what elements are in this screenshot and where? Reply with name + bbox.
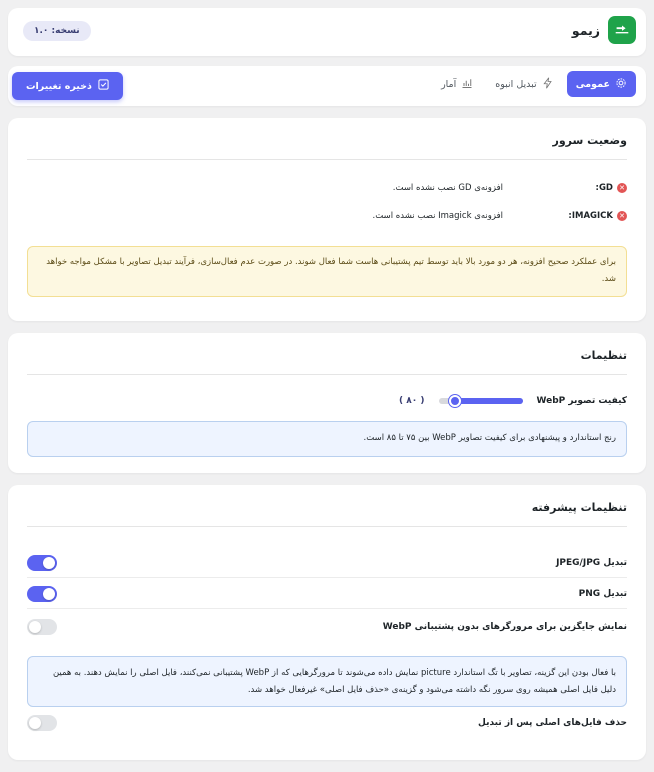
bolt-icon — [542, 77, 554, 92]
tab-bulk-convert[interactable]: تبدیل انبوه — [486, 71, 562, 97]
status-message: افزونه‌ی GD نصب نشده است. — [392, 183, 503, 193]
tab-list: عمومی تبدیل انبوه آمار — [432, 71, 636, 97]
webp-quality-row: کیفیت تصویر WebP ( ۸۰ ) — [27, 391, 627, 411]
webp-quality-slider[interactable] — [438, 395, 523, 407]
logo-icon — [608, 16, 636, 44]
jpeg-toggle[interactable] — [27, 554, 57, 571]
fallback-toggle[interactable] — [27, 619, 57, 635]
status-row-imagick: ✕ IMAGICK: افزونه‌ی Imagick نصب نشده است… — [373, 211, 627, 221]
toggle-row-fallback: نمایش جایگزین برای مرورگرهای بدون پشتیبا… — [27, 612, 627, 642]
toggle-knob — [29, 621, 41, 633]
tab-stats[interactable]: آمار — [432, 71, 482, 97]
fallback-info: با فعال بودن این گزینه، تصاویر با تگ است… — [27, 656, 627, 707]
server-warning: برای عملکرد صحیح افزونه، هر دو مورد بالا… — [27, 246, 627, 297]
version-badge: نسخه: ۱.۰ — [23, 21, 91, 41]
webp-quality-value: ( ۸۰ ) — [399, 396, 425, 406]
toggle-knob — [43, 587, 55, 600]
toggle-knob — [43, 556, 55, 569]
png-toggle[interactable] — [27, 585, 57, 602]
tab-general-label: عمومی — [575, 78, 610, 90]
chart-icon — [461, 77, 473, 92]
app-header: زیمو نسخه: ۱.۰ — [8, 8, 646, 56]
brand: زیمو — [572, 16, 636, 44]
brand-name: زیمو — [571, 22, 600, 38]
save-button-label: ذخیره تغییرات — [26, 80, 92, 92]
toggle-label: حذف فایل‌های اصلی پس از تبدیل — [478, 718, 627, 728]
toggle-knob — [29, 717, 41, 729]
slider-fill — [455, 398, 523, 404]
toggle-label: تبدیل JPEG/JPG — [556, 557, 627, 568]
webp-quality-label: کیفیت تصویر WebP — [536, 396, 627, 406]
toggle-row-delete: حذف فایل‌های اصلی پس از تبدیل — [27, 708, 627, 738]
server-status-card: وضعیت سرور ✕ GD: افزونه‌ی GD نصب نشده اس… — [8, 118, 646, 321]
save-icon — [98, 79, 109, 93]
tab-bulk-convert-label: تبدیل انبوه — [495, 78, 537, 90]
settings-card: تنظیمات کیفیت تصویر WebP ( ۸۰ ) رنج استا… — [8, 333, 646, 473]
delete-originals-toggle[interactable] — [27, 715, 57, 731]
save-button[interactable]: ذخیره تغییرات — [12, 72, 123, 100]
error-icon: ✕ — [617, 183, 627, 193]
settings-title: تنظیمات — [27, 349, 627, 375]
status-row-gd: ✕ GD: افزونه‌ی GD نصب نشده است. — [393, 183, 627, 193]
gear-icon — [615, 77, 627, 92]
status-message: افزونه‌ی Imagick نصب نشده است. — [372, 211, 503, 221]
status-name: GD: — [595, 183, 613, 193]
toggle-label: نمایش جایگزین برای مرورگرهای بدون پشتیبا… — [382, 622, 627, 632]
status-name: IMAGICK: — [568, 211, 613, 221]
tab-stats-label: آمار — [441, 78, 457, 90]
advanced-settings-card: تنظیمات پیشرفته تبدیل JPEG/JPG تبدیل PNG… — [8, 485, 646, 760]
error-icon: ✕ — [617, 211, 627, 221]
server-status-title: وضعیت سرور — [27, 134, 627, 160]
tab-general[interactable]: عمومی — [566, 71, 636, 97]
toggle-row-png: تبدیل PNG — [27, 579, 627, 609]
toggle-label: تبدیل PNG — [578, 588, 627, 599]
nav-bar: عمومی تبدیل انبوه آمار ذخیره تغییرات — [8, 66, 646, 106]
advanced-title: تنظیمات پیشرفته — [27, 501, 627, 527]
slider-thumb[interactable] — [449, 395, 462, 407]
quality-info: رنج استاندارد و پیشنهادی برای کیفیت تصاو… — [27, 421, 627, 457]
toggle-row-jpeg: تبدیل JPEG/JPG — [27, 548, 627, 578]
